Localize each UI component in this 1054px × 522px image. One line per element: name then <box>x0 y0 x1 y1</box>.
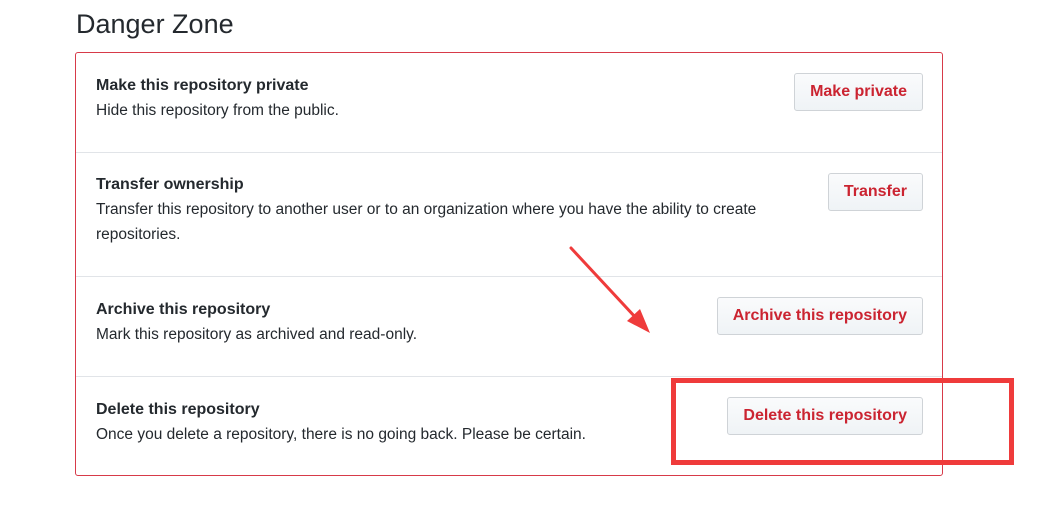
make-private-row: Make this repository private Hide this r… <box>76 53 942 153</box>
archive-repository-title: Archive this repository <box>96 301 271 318</box>
delete-repository-description: Once you delete a repository, there is n… <box>96 426 586 443</box>
transfer-ownership-description: Transfer this repository to another user… <box>96 201 757 243</box>
archive-repository-button[interactable]: Archive this repository <box>716 297 923 335</box>
make-private-description: Hide this repository from the public. <box>96 102 339 119</box>
archive-repository-description: Mark this repository as archived and rea… <box>96 326 418 343</box>
danger-zone-box: Make this repository private Hide this r… <box>75 52 943 476</box>
delete-repository-title: Delete this repository <box>96 401 260 418</box>
transfer-ownership-title: Transfer ownership <box>96 176 244 193</box>
make-private-button[interactable]: Make private <box>794 73 923 111</box>
danger-zone-heading: Danger Zone <box>76 9 234 39</box>
make-private-title: Make this repository private <box>96 77 309 94</box>
archive-repository-row: Archive this repository Mark this reposi… <box>76 277 942 377</box>
delete-repository-row: Delete this repository Once you delete a… <box>76 377 942 475</box>
transfer-ownership-row: Transfer ownership Transfer this reposit… <box>76 153 942 277</box>
delete-repository-button[interactable]: Delete this repository <box>727 397 923 435</box>
transfer-button[interactable]: Transfer <box>827 173 923 211</box>
settings-page: Danger Zone Make this repository private… <box>0 0 1054 522</box>
